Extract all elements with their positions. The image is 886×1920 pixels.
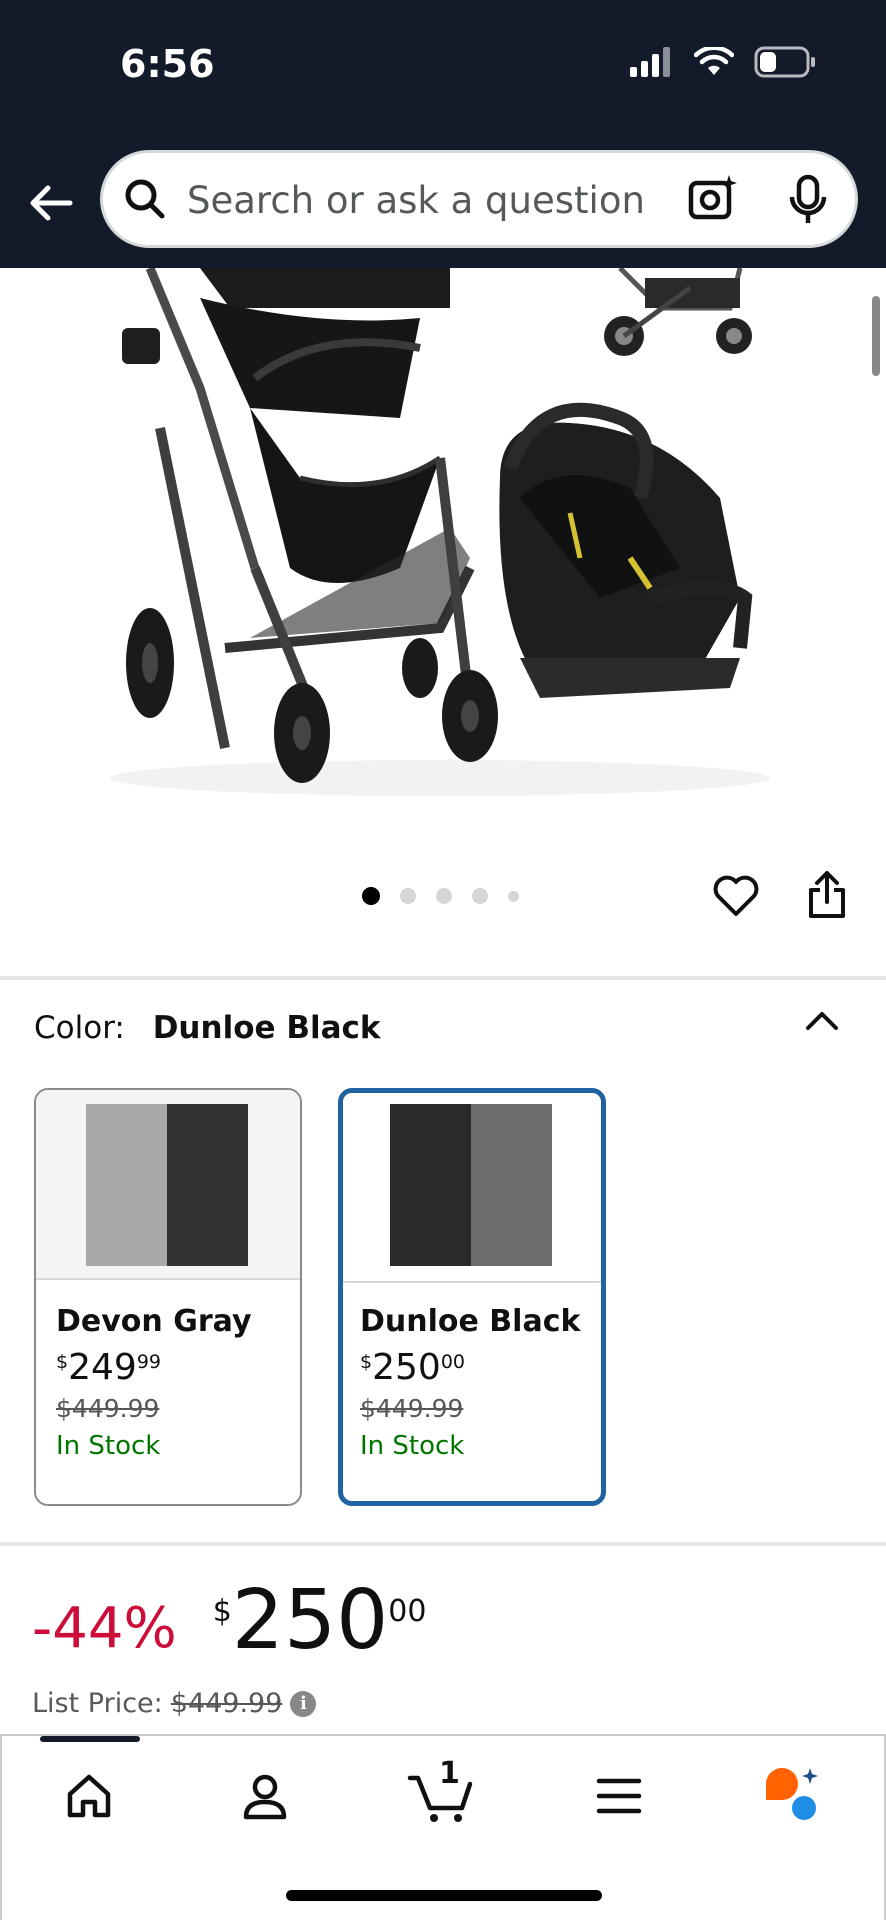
option-name: Dunloe Black: [360, 1304, 581, 1339]
search-bar[interactable]: Search or ask a question: [100, 150, 858, 248]
product-image[interactable]: [0, 263, 886, 808]
home-indicator: [286, 1890, 602, 1901]
chevron-up-icon[interactable]: [804, 1008, 840, 1032]
menu-icon[interactable]: [596, 1776, 642, 1816]
current-price: $250 00: [212, 1573, 427, 1668]
stroller-thumbnail: [604, 266, 752, 356]
discount-percentage: -44%: [32, 1596, 177, 1661]
active-tab-indicator: [40, 1736, 140, 1742]
color-selector-header: Color: Dunloe Black: [34, 1010, 380, 1046]
share-icon[interactable]: [806, 870, 848, 920]
stroller: [122, 263, 498, 783]
camera-search-icon[interactable]: [687, 173, 739, 225]
color-option-dunloe-black[interactable]: Dunloe Black $250 00 $449.99 In Stock: [338, 1088, 606, 1506]
swatch-image: [86, 1104, 248, 1266]
infant-car-seat: [499, 402, 753, 698]
stroller-travel-system-image: [110, 263, 770, 796]
carousel-dot[interactable]: [400, 888, 416, 904]
color-option-devon-gray[interactable]: Devon Gray $249 99 $449.99 In Stock: [34, 1088, 302, 1506]
selected-color-value: Dunloe Black: [152, 1010, 381, 1046]
carousel-dot[interactable]: [472, 888, 488, 904]
swatch-image-area: [343, 1093, 601, 1283]
option-stock-status: In Stock: [56, 1431, 161, 1461]
scrollbar-thumb[interactable]: [872, 296, 880, 376]
status-icons: [630, 46, 816, 78]
account-icon[interactable]: [240, 1772, 290, 1822]
swatch-image-area: [36, 1090, 300, 1280]
carousel-dot[interactable]: [362, 887, 380, 905]
section-divider: [0, 976, 886, 980]
carousel-dot[interactable]: [436, 888, 452, 904]
wifi-icon: [694, 47, 734, 75]
carousel-dot[interactable]: [508, 890, 519, 902]
color-label: Color:: [34, 1010, 125, 1046]
signal-icon: [630, 47, 670, 77]
option-name: Devon Gray: [56, 1304, 252, 1339]
list-price-value: $449.99: [170, 1688, 283, 1719]
cart-count-badge: 1: [439, 1756, 460, 1791]
search-icon: [125, 179, 165, 219]
microphone-icon[interactable]: [787, 173, 829, 227]
clock: 6:56: [120, 42, 215, 86]
heart-icon[interactable]: [712, 874, 760, 918]
info-icon[interactable]: i: [290, 1690, 317, 1717]
status-bar: 6:56: [0, 0, 886, 150]
price-block: -44% $250 00: [32, 1580, 426, 1662]
section-divider: [0, 1542, 886, 1546]
search-input[interactable]: Search or ask a question: [187, 179, 645, 222]
option-list-price: $449.99: [56, 1394, 160, 1423]
swatch-image: [390, 1104, 552, 1266]
option-price: $250 00: [360, 1347, 465, 1388]
option-price: $249 99: [56, 1347, 161, 1388]
back-arrow-icon[interactable]: [26, 178, 76, 228]
list-price-label: List Price:: [32, 1688, 163, 1719]
rufus-assistant-icon[interactable]: [762, 1766, 824, 1822]
list-price-row: List Price: $449.99 i: [32, 1688, 317, 1719]
header: Search or ask a question: [0, 150, 886, 268]
image-carousel-dots[interactable]: [362, 887, 519, 905]
option-stock-status: In Stock: [360, 1431, 465, 1461]
option-list-price: $449.99: [360, 1394, 464, 1423]
battery-icon: [754, 46, 815, 78]
cart-button[interactable]: 1: [406, 1756, 476, 1826]
home-icon[interactable]: [64, 1772, 114, 1820]
